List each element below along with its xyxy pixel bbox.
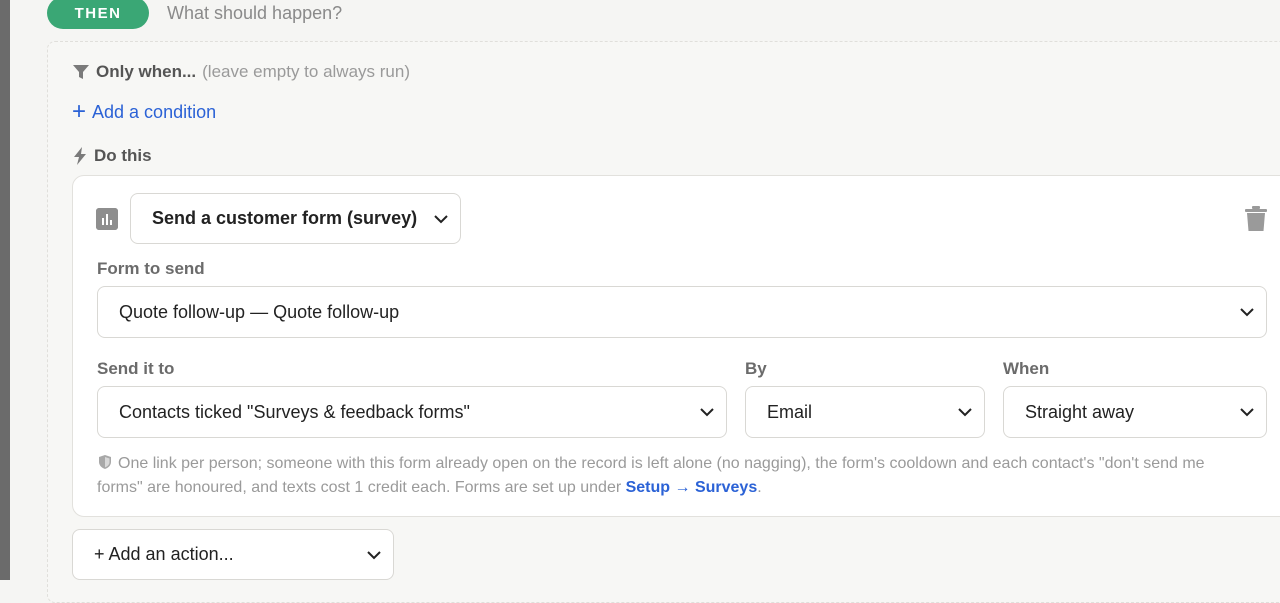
chevron-down-icon xyxy=(434,214,448,223)
by-select[interactable]: Email xyxy=(745,386,985,438)
action-type-select[interactable]: Send a customer form (survey) xyxy=(130,193,461,244)
form-to-send-select[interactable]: Quote follow-up — Quote follow-up xyxy=(97,286,1267,338)
chevron-down-icon xyxy=(700,408,714,417)
bolt-icon xyxy=(74,147,86,165)
bar-chart-icon xyxy=(96,208,118,230)
by-label: By xyxy=(745,359,767,378)
when-label: When xyxy=(1003,359,1050,378)
when-select[interactable]: Straight away xyxy=(1003,386,1267,438)
add-action-select[interactable]: + Add an action... xyxy=(72,529,394,580)
only-when-row: Only when... (leave empty to always run) xyxy=(72,62,410,82)
chevron-down-icon xyxy=(1240,408,1254,417)
send-it-to-value: Contacts ticked "Surveys & feedback form… xyxy=(119,401,470,422)
only-when-label: Only when... xyxy=(96,62,197,81)
note-end: . xyxy=(757,479,762,496)
add-condition-label: Add a condition xyxy=(92,101,217,122)
filter-icon xyxy=(73,65,89,79)
add-action-label: + Add an action... xyxy=(94,544,234,564)
send-rules-note: One link per person; someone with this f… xyxy=(97,452,1237,500)
do-this-heading: Do this xyxy=(72,146,152,166)
add-condition-button[interactable]: + Add a condition xyxy=(72,100,216,124)
form-to-send-label: Form to send xyxy=(97,259,205,278)
trash-icon[interactable] xyxy=(1245,206,1267,232)
only-when-hint: (leave empty to always run) xyxy=(202,62,410,81)
when-value: Straight away xyxy=(1025,401,1135,422)
then-badge: THEN xyxy=(47,0,149,29)
chevron-down-icon xyxy=(1240,308,1254,317)
send-it-to-label: Send it to xyxy=(97,359,175,378)
left-rail xyxy=(0,0,10,580)
plus-icon: + xyxy=(72,98,87,125)
form-to-send-value: Quote follow-up — Quote follow-up xyxy=(119,301,400,322)
send-it-to-select[interactable]: Contacts ticked "Surveys & feedback form… xyxy=(97,386,727,438)
then-prompt: What should happen? xyxy=(167,3,343,23)
action-type-value: Send a customer form (survey) xyxy=(152,208,418,228)
by-value: Email xyxy=(767,401,813,422)
shield-icon xyxy=(99,455,111,469)
chevron-down-icon xyxy=(367,550,381,559)
setup-surveys-link[interactable]: Setup → Surveys xyxy=(626,479,758,496)
chevron-down-icon xyxy=(958,408,972,417)
do-this-label: Do this xyxy=(94,146,152,165)
